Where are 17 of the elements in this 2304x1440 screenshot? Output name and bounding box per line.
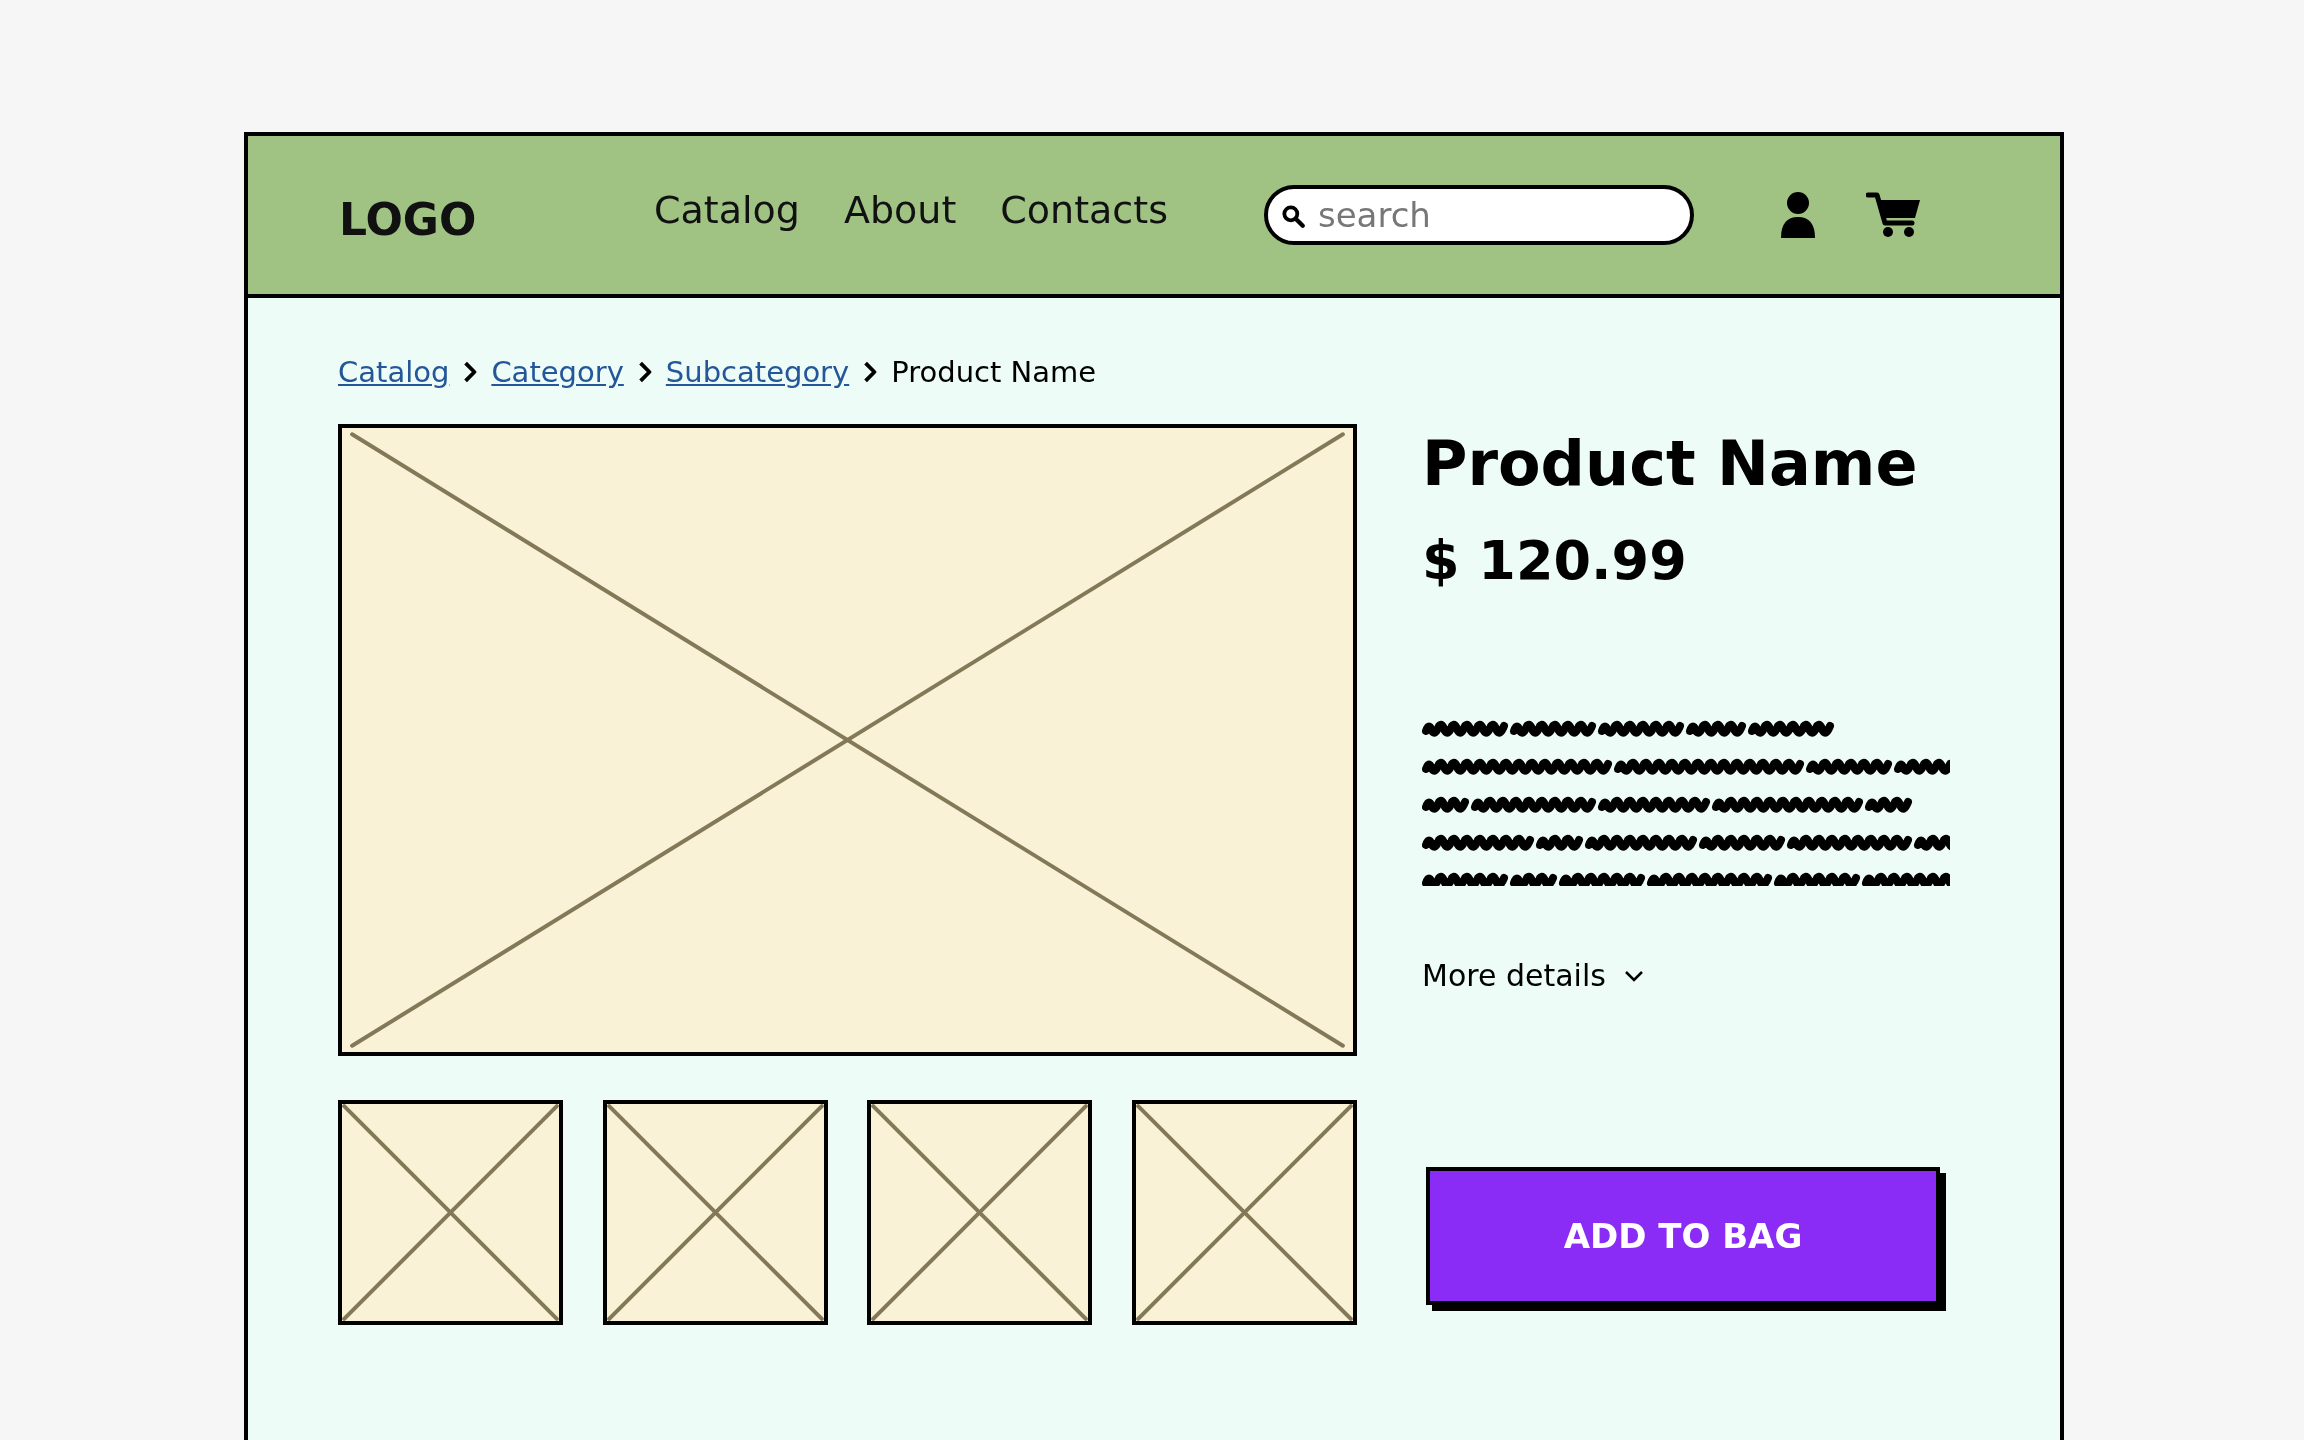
- chevron-icon: [863, 361, 878, 383]
- more-details-toggle[interactable]: More details: [1422, 958, 1644, 993]
- cart-icon[interactable]: [1865, 191, 1922, 239]
- breadcrumb-current: Product Name: [891, 355, 1097, 389]
- chevron-icon: [637, 361, 652, 383]
- breadcrumb-link[interactable]: Catalog: [338, 355, 450, 389]
- chevron-icon: [463, 361, 478, 383]
- logo[interactable]: LOGO: [339, 193, 539, 245]
- nav-link[interactable]: Contacts: [1000, 188, 1168, 232]
- product-price: $ 120.99: [1422, 528, 1687, 594]
- product-title: Product Name: [1422, 426, 1918, 502]
- search-field[interactable]: search: [1263, 185, 1694, 245]
- nav-link[interactable]: About: [843, 188, 957, 232]
- chevron-icon: [1623, 969, 1644, 982]
- nav-link[interactable]: Catalog: [654, 188, 800, 232]
- breadcrumb-link[interactable]: Category: [491, 355, 624, 389]
- breadcrumb-link[interactable]: Subcategory: [665, 355, 850, 389]
